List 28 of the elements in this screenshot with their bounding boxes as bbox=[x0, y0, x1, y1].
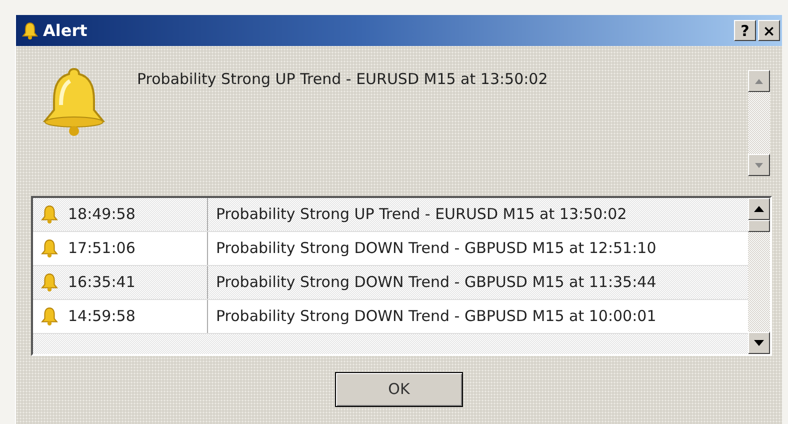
alert-time: 18:49:58 bbox=[68, 204, 136, 226]
down-arrow-icon bbox=[755, 162, 763, 168]
alert-time: 17:51:06 bbox=[68, 238, 136, 260]
scrollbar[interactable] bbox=[748, 70, 770, 176]
alert-time: 14:59:58 bbox=[68, 306, 136, 328]
down-arrow-icon bbox=[754, 340, 764, 346]
bell-icon bbox=[41, 273, 58, 292]
up-arrow-icon bbox=[755, 78, 763, 84]
alert-text: Probability Strong DOWN Trend - GBPUSD M15 at 10:00:01 bbox=[215, 306, 656, 328]
scroll-thumb[interactable] bbox=[748, 220, 770, 232]
window-title: Alert bbox=[43, 20, 88, 42]
alert-row[interactable]: 18:49:58 Probability Strong UP Trend - EURUSD M15 at 13:50:02 bbox=[33, 198, 748, 232]
alert-text: Probability Strong UP Trend - EURUSD M15 at 13:50:02 bbox=[215, 204, 627, 226]
help-button[interactable]: ? bbox=[734, 20, 756, 41]
ok-button[interactable]: OK bbox=[335, 372, 463, 407]
alert-message: Probability Strong UP Trend - EURUSD M15 at 13:50:02 bbox=[137, 69, 549, 90]
bell-icon bbox=[41, 239, 58, 258]
alert-text: Probability Strong DOWN Trend - GBPUSD M15 at 12:51:10 bbox=[215, 238, 656, 260]
scrollbar[interactable] bbox=[748, 198, 770, 354]
bell-icon bbox=[41, 307, 58, 326]
alert-row[interactable]: 16:35:41 Probability Strong DOWN Trend - GBPUSD M15 at 11:35:44 bbox=[33, 266, 748, 300]
alert-time: 16:35:41 bbox=[68, 272, 136, 294]
alert-text: Probability Strong DOWN Trend - GBPUSD M15 at 11:35:44 bbox=[215, 272, 656, 294]
bell-icon bbox=[41, 65, 107, 137]
close-button[interactable]: × bbox=[758, 20, 780, 41]
bell-icon bbox=[22, 22, 38, 40]
bell-icon bbox=[41, 205, 58, 224]
up-arrow-icon bbox=[754, 206, 764, 212]
